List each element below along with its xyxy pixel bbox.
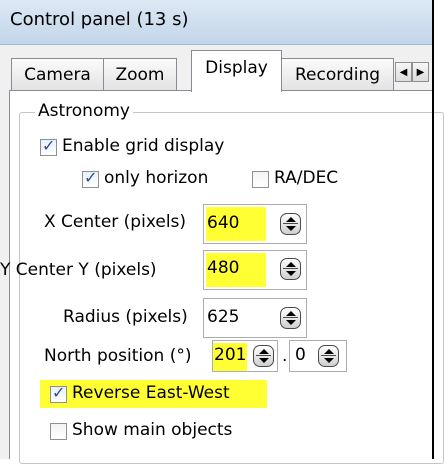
window-edge xyxy=(432,0,434,459)
x-center-field[interactable]: 640 xyxy=(203,204,307,244)
only-horizon-checkbox[interactable]: ✓ xyxy=(82,168,99,188)
ra-dec-label[interactable]: RA/DEC xyxy=(274,168,338,188)
control-panel-window: Control panel (13 s) Camera Zoom Display… xyxy=(0,0,444,464)
window-title: Control panel (13 s) xyxy=(10,9,189,30)
north-position-spinner[interactable] xyxy=(253,345,274,367)
reverse-east-west-label[interactable]: Reverse East-West xyxy=(72,383,230,403)
radius-spinner[interactable] xyxy=(280,307,301,329)
triangle-right-icon: ▶ xyxy=(416,66,425,78)
ra-dec-checkbox[interactable] xyxy=(252,171,269,188)
tab-display-label: Display xyxy=(205,58,268,78)
enable-grid-label[interactable]: Enable grid display xyxy=(62,136,224,156)
north-decimal-spinner[interactable] xyxy=(318,345,339,367)
tab-recording-label: Recording xyxy=(294,64,381,85)
checkmark-icon: ✓ xyxy=(42,136,56,155)
north-decimal-value: 0 xyxy=(295,345,306,365)
enable-grid-checkbox[interactable]: ✓ xyxy=(40,136,57,156)
checkmark-icon: ✓ xyxy=(52,383,66,402)
tab-recording[interactable]: Recording xyxy=(281,58,394,90)
radius-label: Radius (pixels) xyxy=(63,307,188,327)
y-center-spinner[interactable] xyxy=(280,258,301,280)
y-center-label: Y Center Y (pixels) xyxy=(0,260,157,280)
radius-value: 625 xyxy=(207,307,240,327)
x-center-spinner[interactable] xyxy=(280,213,301,235)
triangle-left-icon: ◀ xyxy=(399,66,408,78)
tab-camera-label: Camera xyxy=(24,64,91,85)
checkmark-icon: ✓ xyxy=(84,168,98,187)
x-center-label: X Center (pixels) xyxy=(44,212,187,232)
x-center-value: 640 xyxy=(207,213,240,233)
radius-field[interactable]: 625 xyxy=(203,298,307,338)
show-main-objects-label[interactable]: Show main objects xyxy=(72,420,232,440)
show-main-objects-checkbox[interactable] xyxy=(50,423,67,440)
tab-zoom-label: Zoom xyxy=(115,64,165,85)
reverse-east-west-checkbox[interactable]: ✓ xyxy=(50,383,67,403)
title-bar[interactable]: Control panel (13 s) xyxy=(0,0,432,45)
tab-camera[interactable]: Camera xyxy=(11,58,104,90)
tab-scroll-left-button[interactable]: ◀ xyxy=(395,62,412,82)
decimal-separator: . xyxy=(282,346,288,366)
north-position-value: 201 xyxy=(214,345,247,365)
y-center-value: 480 xyxy=(207,258,240,278)
astronomy-group-label: Astronomy xyxy=(35,101,133,121)
tab-scroll-right-button[interactable]: ▶ xyxy=(412,62,429,82)
north-decimal-field[interactable]: 0 xyxy=(289,340,347,372)
only-horizon-label[interactable]: only horizon xyxy=(104,168,208,188)
tab-zoom[interactable]: Zoom xyxy=(103,58,177,90)
north-position-field[interactable]: 201 xyxy=(212,340,278,372)
tab-display[interactable]: Display xyxy=(191,50,282,92)
north-position-label: North position (°) xyxy=(44,346,192,366)
y-center-field[interactable]: 480 xyxy=(203,250,307,290)
